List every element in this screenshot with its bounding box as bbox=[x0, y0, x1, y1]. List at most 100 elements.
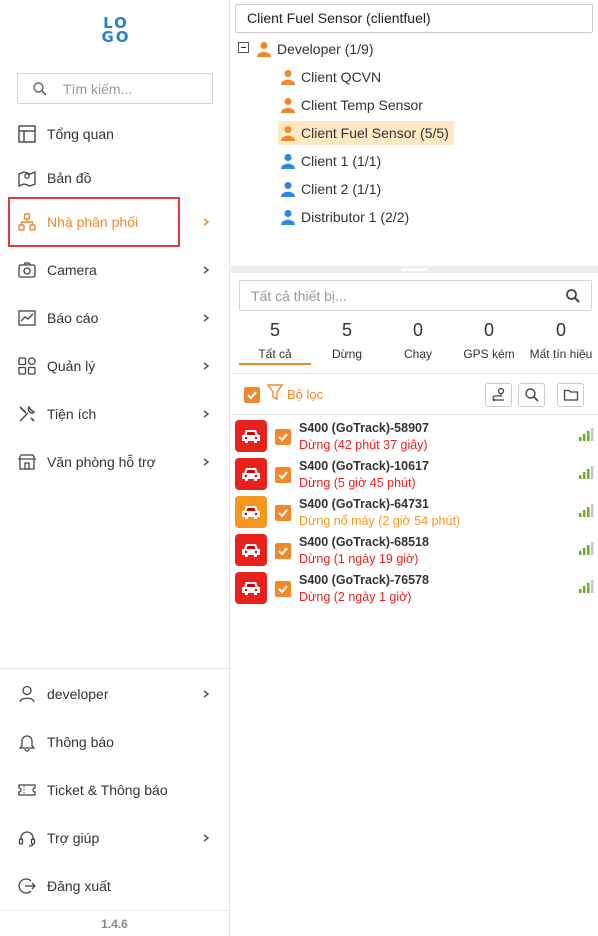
vehicle-status-icon[interactable] bbox=[235, 420, 267, 452]
nav-item-management[interactable]: Quản lý bbox=[0, 342, 229, 390]
vehicle-status-icon[interactable] bbox=[235, 534, 267, 566]
chevron-right-icon bbox=[203, 410, 210, 418]
signal-strength-icon bbox=[579, 542, 594, 555]
sidebar-search-input[interactable]: Tìm kiếm... bbox=[17, 73, 213, 104]
device-search-placeholder: Tất cả thiết bị... bbox=[251, 287, 347, 304]
device-name[interactable]: S400 (GoTrack)-68518 bbox=[299, 535, 429, 549]
tree-node-label: Developer (1/9) bbox=[277, 41, 374, 57]
stat-label: Dừng bbox=[331, 347, 363, 361]
car-icon bbox=[242, 582, 260, 595]
stat-count: 0 bbox=[412, 320, 423, 340]
active-tab-indicator bbox=[239, 363, 311, 365]
device-checkbox[interactable] bbox=[275, 581, 291, 597]
camera-icon bbox=[18, 262, 36, 278]
nav-item-tickets[interactable]: Ticket & Thông báo bbox=[0, 766, 229, 814]
nav-label: Đăng xuất bbox=[47, 878, 111, 894]
route-icon bbox=[491, 387, 504, 402]
vehicle-status-icon[interactable] bbox=[235, 572, 267, 604]
chevron-right-icon bbox=[203, 266, 210, 274]
signal-strength-icon bbox=[579, 428, 594, 441]
stat-tab-stopped[interactable]: 5 Dừng bbox=[311, 320, 383, 361]
device-row[interactable]: S400 (GoTrack)-76578 Dừng (2 ngày 1 giờ) bbox=[231, 570, 598, 608]
nav-item-logout[interactable]: Đăng xuất bbox=[0, 862, 229, 910]
device-row[interactable]: S400 (GoTrack)-64731 Dừng nổ máy (2 giờ 5… bbox=[231, 494, 598, 532]
tree-node[interactable]: Client Temp Sensor bbox=[280, 93, 423, 117]
nav-item-notifications[interactable]: Thông báo bbox=[0, 718, 229, 766]
filter-icon[interactable] bbox=[266, 383, 284, 401]
nav-item-user[interactable]: developer bbox=[0, 670, 229, 718]
user-orange-icon bbox=[281, 126, 295, 141]
nav-label: Tổng quan bbox=[47, 126, 114, 142]
folder-button[interactable] bbox=[557, 383, 584, 407]
folder-icon bbox=[563, 389, 578, 401]
device-name[interactable]: S400 (GoTrack)-58907 bbox=[299, 421, 429, 435]
device-checkbox[interactable] bbox=[275, 467, 291, 483]
check-icon bbox=[278, 509, 288, 518]
vehicle-status-icon[interactable] bbox=[235, 496, 267, 528]
car-icon bbox=[242, 468, 260, 481]
select-all-checkbox[interactable] bbox=[244, 387, 260, 403]
search-icon bbox=[33, 81, 47, 96]
tree-node-label: Client QCVN bbox=[301, 69, 382, 85]
nav-label: Văn phòng hỗ trợ bbox=[47, 454, 156, 470]
nav-item-camera[interactable]: Camera bbox=[0, 246, 229, 294]
splitter-grip[interactable] bbox=[402, 268, 428, 271]
route-button[interactable] bbox=[485, 383, 512, 407]
sidebar-divider bbox=[0, 668, 229, 669]
nav-label: Nhà phân phối bbox=[47, 214, 139, 230]
tree-node[interactable]: Client QCVN bbox=[280, 65, 381, 89]
check-icon bbox=[278, 433, 288, 442]
vehicle-status-icon[interactable] bbox=[235, 458, 267, 490]
tree-node[interactable]: Client 1 (1/1) bbox=[280, 149, 381, 173]
nav-item-help[interactable]: Trợ giúp bbox=[0, 814, 229, 862]
nav-item-distributor[interactable]: Nhà phân phối bbox=[8, 197, 210, 247]
device-status: Dừng (1 ngày 19 giờ) bbox=[299, 552, 419, 566]
nav-item-reports[interactable]: Báo cáo bbox=[0, 294, 229, 342]
stat-tab-all[interactable]: 5 Tất cả bbox=[239, 320, 311, 365]
logo-line-2: GO bbox=[101, 28, 131, 46]
device-row[interactable]: S400 (GoTrack)-58907 Dừng (42 phút 37 giâ… bbox=[231, 418, 598, 456]
tree-node-label: Client Temp Sensor bbox=[301, 97, 423, 113]
device-checkbox[interactable] bbox=[275, 429, 291, 445]
stats-divider bbox=[231, 373, 598, 374]
device-row[interactable]: S400 (GoTrack)-68518 Dừng (1 ngày 19 giờ) bbox=[231, 532, 598, 570]
car-icon bbox=[242, 506, 260, 519]
headset-icon bbox=[18, 831, 36, 847]
grid-icon bbox=[18, 357, 36, 375]
tree-collapse-toggle[interactable] bbox=[238, 42, 249, 53]
stat-tab-lost-signal[interactable]: 0 Mất tín hiệu bbox=[525, 320, 597, 361]
chart-icon bbox=[18, 310, 36, 326]
chevron-right-icon bbox=[203, 362, 210, 370]
nav-item-support-office[interactable]: Văn phòng hỗ trợ bbox=[0, 438, 229, 486]
device-checkbox[interactable] bbox=[275, 543, 291, 559]
stat-tab-running[interactable]: 0 Chạy bbox=[382, 320, 454, 361]
search-icon[interactable] bbox=[565, 288, 581, 304]
account-select[interactable]: Client Fuel Sensor (clientfuel) bbox=[235, 4, 593, 33]
device-checkbox[interactable] bbox=[275, 505, 291, 521]
tree-node[interactable]: Distributor 1 (2/2) bbox=[280, 205, 409, 229]
user-orange-icon bbox=[281, 98, 295, 113]
device-row[interactable]: S400 (GoTrack)-10617 Dừng (5 giờ 45 phút) bbox=[231, 456, 598, 494]
user-blue-icon bbox=[281, 182, 295, 197]
check-icon bbox=[247, 391, 257, 400]
tree-node-selected[interactable]: Client Fuel Sensor (5/5) bbox=[278, 121, 454, 145]
tools-icon bbox=[19, 405, 36, 422]
tree-node[interactable]: Client 2 (1/1) bbox=[280, 177, 381, 201]
device-name[interactable]: S400 (GoTrack)-76578 bbox=[299, 573, 429, 587]
tree-node-root[interactable]: Developer (1/9) bbox=[256, 37, 374, 61]
stat-label: Tất cả bbox=[258, 347, 292, 361]
stat-tab-weak-gps[interactable]: 0 GPS kém bbox=[453, 320, 525, 361]
nav-item-utilities[interactable]: Tiện ích bbox=[0, 390, 229, 438]
nav-item-map[interactable]: Bản đồ bbox=[0, 154, 229, 202]
logo[interactable]: LO GO bbox=[99, 16, 133, 48]
ticket-icon bbox=[18, 784, 36, 796]
filter-label[interactable]: Bộ lọc bbox=[287, 387, 323, 402]
device-name[interactable]: S400 (GoTrack)-10617 bbox=[299, 459, 429, 473]
tree-node-label: Client 1 (1/1) bbox=[301, 153, 382, 169]
nav-item-overview[interactable]: Tổng quan bbox=[0, 110, 229, 158]
search-button[interactable] bbox=[518, 383, 545, 407]
filter-toolbar: Bộ lọc bbox=[231, 378, 598, 414]
panel-splitter[interactable] bbox=[231, 266, 598, 273]
device-name[interactable]: S400 (GoTrack)-64731 bbox=[299, 497, 429, 511]
device-search-input[interactable]: Tất cả thiết bị... bbox=[239, 280, 592, 311]
